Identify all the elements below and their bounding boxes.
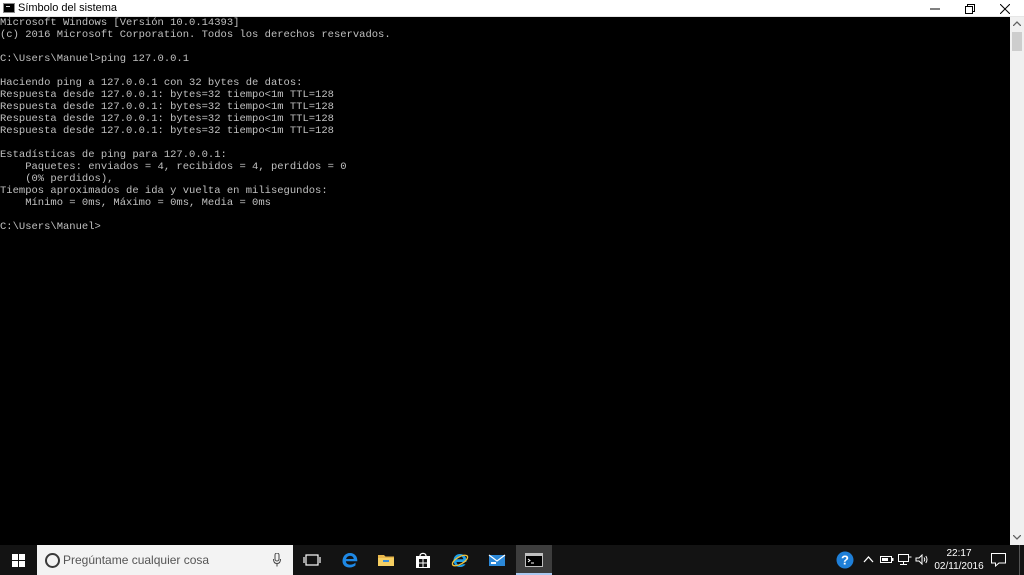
scroll-thumb[interactable]: [1012, 32, 1022, 51]
console-line: Respuesta desde 127.0.0.1: bytes=32 tiem…: [0, 125, 334, 137]
console-line: Paquetes: enviados = 4, recibidos = 4, p…: [0, 161, 347, 173]
minimize-button[interactable]: [918, 0, 952, 17]
help-icon[interactable]: ?: [836, 551, 854, 569]
console-line: (c) 2016 Microsoft Corporation. Todos lo…: [0, 29, 391, 41]
network-icon[interactable]: [898, 554, 912, 565]
scroll-up-button[interactable]: [1010, 17, 1024, 31]
internet-explorer-icon: [451, 554, 469, 567]
windows-logo-icon: [12, 554, 25, 567]
minimize-icon: [930, 8, 940, 10]
command-prompt-icon[interactable]: [3, 3, 15, 13]
store-icon: [416, 552, 430, 568]
console-line: (0% perdidos),: [0, 173, 114, 185]
console-prompt-line: C:\Users\Manuel>: [0, 221, 101, 233]
battery-icon[interactable]: [880, 554, 894, 565]
scroll-down-button[interactable]: [1010, 531, 1024, 545]
console-line: Microsoft Windows [Versión 10.0.14393]: [0, 17, 240, 29]
chevron-up-icon: [1013, 21, 1021, 26]
edge-icon: [342, 553, 358, 568]
console-line: Tiempos aproximados de ida y vuelta en m…: [0, 185, 328, 197]
console-line: Respuesta desde 127.0.0.1: bytes=32 tiem…: [0, 89, 334, 101]
console-line: Mínimo = 0ms, Máximo = 0ms, Media = 0ms: [0, 197, 271, 209]
chevron-down-icon: [1013, 535, 1021, 540]
cortana-icon: [45, 553, 60, 568]
command-prompt-button[interactable]: [516, 545, 552, 575]
vertical-scrollbar[interactable]: [1010, 17, 1024, 545]
svg-text:?: ?: [841, 553, 849, 568]
console-line: C:\Users\Manuel>ping 127.0.0.1: [0, 53, 190, 65]
microphone-icon[interactable]: [273, 553, 281, 567]
store-button[interactable]: [405, 545, 441, 575]
console-line: Respuesta desde 127.0.0.1: bytes=32 tiem…: [0, 113, 334, 125]
volume-icon[interactable]: [915, 554, 929, 565]
taskbar: Pregúntame cualquier cosa ? 22:17 02/11/…: [0, 545, 1024, 575]
console-line: Haciendo ping a 127.0.0.1 con 32 bytes d…: [0, 77, 303, 89]
clock-time: 22:17: [946, 548, 972, 559]
search-placeholder: Pregúntame cualquier cosa: [63, 553, 210, 567]
edge-button[interactable]: [332, 545, 368, 575]
search-box[interactable]: Pregúntame cualquier cosa: [37, 545, 293, 575]
restore-button[interactable]: [953, 0, 987, 17]
console-line: Estadísticas de ping para 127.0.0.1:: [0, 149, 227, 161]
show-desktop-button[interactable]: [1019, 545, 1024, 575]
clock-date: 02/11/2016: [934, 561, 984, 572]
close-button[interactable]: [988, 0, 1022, 17]
mail-icon: [488, 554, 506, 566]
command-prompt-icon: [525, 553, 543, 567]
restore-icon: [965, 4, 975, 14]
file-explorer-icon: [378, 555, 394, 566]
console-output[interactable]: Microsoft Windows [Versión 10.0.14393] (…: [0, 17, 1010, 545]
title-bar[interactable]: Símbolo del sistema: [0, 0, 1024, 17]
file-explorer-button[interactable]: [368, 545, 404, 575]
internet-explorer-button[interactable]: [442, 545, 478, 575]
console-line: Respuesta desde 127.0.0.1: bytes=32 tiem…: [0, 101, 334, 113]
mail-button[interactable]: [479, 545, 515, 575]
task-view-icon: [303, 554, 321, 566]
chevron-up-icon[interactable]: [863, 554, 874, 565]
clock[interactable]: 22:17 02/11/2016: [930, 547, 988, 573]
notifications-icon[interactable]: [991, 553, 1006, 567]
start-button[interactable]: [0, 545, 37, 575]
close-icon: [1000, 4, 1010, 14]
window-title: Símbolo del sistema: [18, 2, 118, 14]
task-view-button[interactable]: [294, 545, 330, 575]
